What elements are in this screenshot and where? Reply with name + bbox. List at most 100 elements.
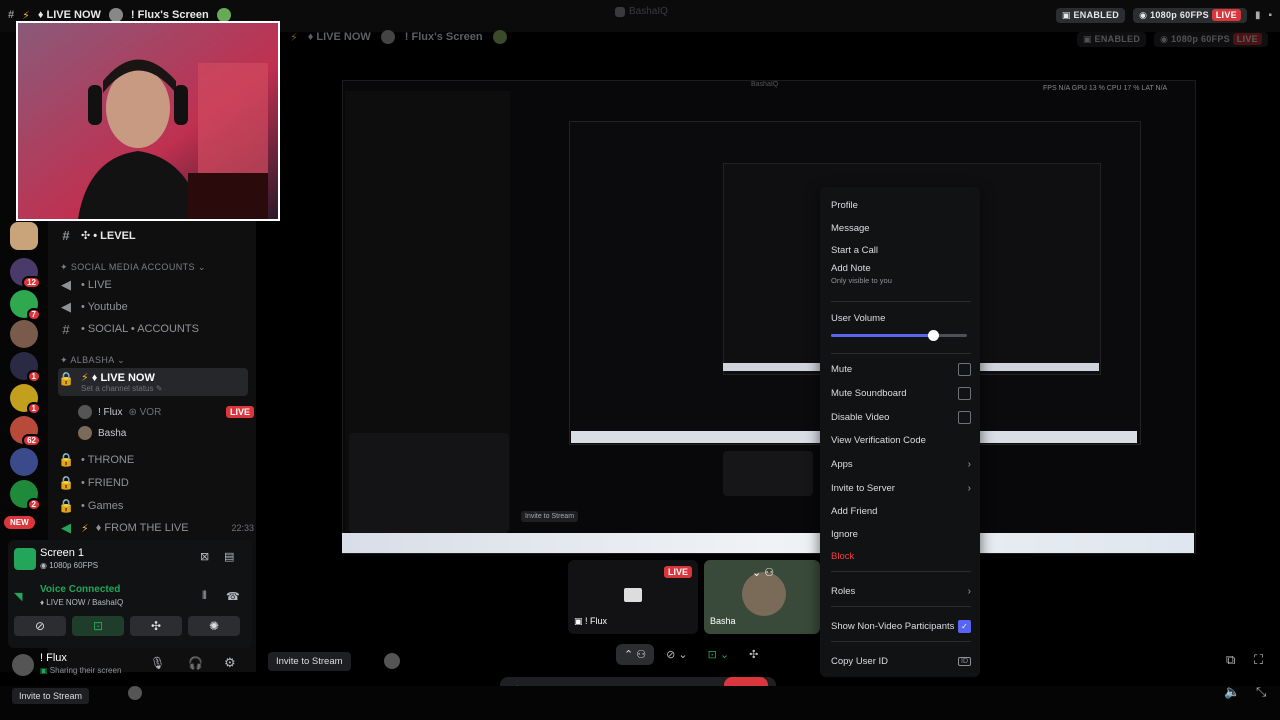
menu-profile[interactable]: Profile — [831, 196, 971, 214]
avatar — [380, 30, 395, 44]
server-icon[interactable] — [10, 320, 38, 348]
volume-icon[interactable]: 🔈 — [1224, 684, 1240, 700]
mention-badge: 1 — [26, 370, 41, 383]
voice-connected[interactable]: Voice Connected — [40, 584, 120, 595]
channel-live-now[interactable]: 🔒 ⚡ ♦ LIVE NOW Set a channel status ✎ — [58, 368, 248, 396]
server-icon[interactable]: 2 — [10, 480, 41, 511]
menu-copy-user-id[interactable]: Copy User ID ID — [831, 652, 971, 670]
id-icon: ID — [958, 656, 971, 666]
stream-settings-icon[interactable]: ▤ — [224, 550, 234, 563]
menu-show-non-video[interactable]: Show Non-Video Participants ✓ — [831, 617, 971, 635]
voice-member[interactable]: ! Flux ⊛ VOR LIVE — [78, 405, 254, 419]
megaphone-icon: ◀ — [61, 299, 71, 314]
noise-suppression-icon[interactable]: ⦀ — [202, 590, 207, 603]
webcam-image — [18, 23, 278, 219]
chevron-right-icon: › — [967, 585, 971, 597]
menu-mute-soundboard[interactable]: Mute Soundboard — [831, 384, 971, 402]
microphone-icon[interactable]: 🎙 — [150, 656, 165, 670]
lightning-icon: ⚡ — [290, 31, 298, 44]
checkbox[interactable] — [958, 410, 971, 424]
menu-ignore[interactable]: Ignore — [831, 525, 971, 543]
video-off-icon[interactable]: ⊘ ⌄ — [658, 644, 696, 665]
checkbox[interactable] — [958, 386, 971, 400]
activities-icon[interactable]: ✣ — [741, 644, 766, 665]
volume-slider-track[interactable] — [831, 330, 967, 341]
participant-tile-flux[interactable]: LIVE ▣ ! Flux — [568, 560, 698, 634]
title-bar-left: # ⚡ ♦ LIVE NOW ! Flux's Screen — [8, 8, 231, 22]
checkbox[interactable] — [958, 362, 971, 376]
menu-disable-video[interactable]: Disable Video — [831, 408, 971, 426]
menu-message[interactable]: Message — [831, 219, 971, 237]
channel-live[interactable]: ◀ • LIVE — [58, 274, 248, 296]
server-icon[interactable]: 1 — [10, 384, 41, 415]
participant-tile-basha[interactable]: ⌄ ⚇ Basha — [704, 560, 820, 634]
menu-add-friend[interactable]: Add Friend — [831, 502, 971, 520]
channel-throne[interactable]: 🔒 • THRONE — [58, 449, 248, 471]
invite-to-stream-button[interactable]: Invite to Stream — [268, 652, 351, 671]
menu-roles[interactable]: Roles › — [831, 582, 971, 600]
camera-off-button[interactable]: ⊘ — [14, 616, 66, 636]
bookmark-icon[interactable]: ▮ — [1255, 10, 1261, 21]
invite-to-stream-button[interactable]: Invite to Stream — [521, 511, 579, 522]
menu-block[interactable]: Block — [831, 547, 971, 565]
menu-view-verification[interactable]: View Verification Code — [831, 431, 971, 449]
category-social[interactable]: ✦ SOCIAL MEDIA ACCOUNTS ⌄ — [60, 262, 206, 273]
category-albasha[interactable]: ✦ ALBASHA ⌄ — [60, 355, 125, 366]
server-icon[interactable] — [10, 448, 38, 476]
avatar[interactable] — [384, 653, 400, 669]
activities-button[interactable]: ✣ — [130, 616, 182, 636]
share-screen-button[interactable]: ⊡ — [72, 616, 124, 636]
popout-icon[interactable]: ⧉ — [1226, 652, 1235, 668]
participant-options-icon[interactable]: ⌄ ⚇ — [752, 566, 774, 579]
menu-add-note[interactable]: Add Note Only visible to you — [831, 263, 971, 289]
server-icon[interactable]: 7 — [10, 290, 41, 321]
channel-games[interactable]: 🔒 • Games — [58, 495, 248, 517]
shared-screen-taskbar — [342, 533, 1194, 553]
chevron-up-icon[interactable]: ⌃ ⚇ — [616, 644, 655, 665]
headphones-icon[interactable]: 🎧 — [188, 656, 203, 670]
menu-apps[interactable]: Apps › — [831, 455, 971, 473]
exit-fullscreen-icon[interactable]: ⤡ — [1256, 684, 1266, 700]
member-tag: ⊛ VOR — [128, 406, 162, 418]
fullscreen-icon[interactable]: ⛶ — [1254, 652, 1263, 668]
voice-channel[interactable]: ♦ LIVE NOW / BashaIQ — [40, 598, 123, 607]
server-icon[interactable] — [10, 222, 38, 250]
os-taskbar: Invite to Stream 🔈 ⤡ — [0, 684, 1280, 720]
new-badge[interactable]: NEW — [4, 516, 35, 529]
enabled-badge: ▣ ENABLED — [1076, 32, 1147, 47]
share-screen-icon[interactable]: ⊡ ⌄ — [700, 644, 738, 665]
menu-icon[interactable]: ▪ — [1268, 10, 1272, 21]
stop-stream-icon[interactable]: ⊠ — [200, 550, 209, 563]
channel-from-the-live[interactable]: ◀ ⚡ ♦ FROM THE LIVE 22:33 — [58, 517, 254, 539]
menu-start-call[interactable]: Start a Call — [831, 241, 971, 259]
channel-youtube[interactable]: ◀ • Youtube — [58, 296, 248, 318]
channel-level[interactable]: # ✣ • LEVEL — [58, 224, 248, 246]
menu-mute[interactable]: Mute — [831, 360, 971, 378]
live-badge: LIVE — [663, 566, 692, 578]
server-icon[interactable]: 62 — [10, 416, 41, 447]
user-panel: ! Flux ▣ Sharing their screen 🎙 🎧 ⚙ — [8, 648, 252, 682]
enabled-badge: ▣ ENABLED — [1055, 8, 1126, 23]
lock-icon: 🔒 — [58, 452, 75, 467]
quality-badge: ◉ 1080p 60FPS LIVE — [1133, 8, 1247, 23]
stream-header: ⚡ ♦ LIVE NOW ! Flux's Screen — [290, 30, 507, 44]
soundboard-button[interactable]: ✺ — [188, 616, 240, 636]
server-icon[interactable]: 12 — [10, 258, 41, 289]
avatar — [78, 405, 92, 419]
stream-mini-controls: ⌃ ⚇ ⊘ ⌄ ⊡ ⌄ ✣ — [616, 644, 766, 665]
channel-friend[interactable]: 🔒 • FRIEND — [58, 472, 248, 494]
channel-status[interactable]: Set a channel status ✎ — [81, 384, 162, 393]
disconnect-icon[interactable]: ☎ — [226, 590, 240, 603]
quality-badge: ◉ 1080p 60FPS LIVE — [1154, 32, 1268, 47]
checkbox-checked[interactable]: ✓ — [958, 619, 971, 633]
avatar[interactable] — [12, 654, 34, 676]
channel-social-accounts[interactable]: # • SOCIAL • ACCOUNTS — [58, 318, 248, 340]
menu-invite-to-server[interactable]: Invite to Server › — [831, 479, 971, 497]
chevron-right-icon: › — [967, 482, 971, 494]
gear-icon[interactable]: ⚙ — [224, 655, 236, 671]
shared-screen-video[interactable]: BashaIQ FPS N/A GPU 13 % CPU 17 % LAT N/… — [342, 80, 1196, 554]
server-icon[interactable]: 1 — [10, 352, 41, 383]
volume-slider-handle[interactable] — [928, 330, 939, 341]
voice-member[interactable]: Basha — [78, 426, 126, 440]
invite-to-stream-tooltip[interactable]: Invite to Stream — [12, 688, 90, 704]
